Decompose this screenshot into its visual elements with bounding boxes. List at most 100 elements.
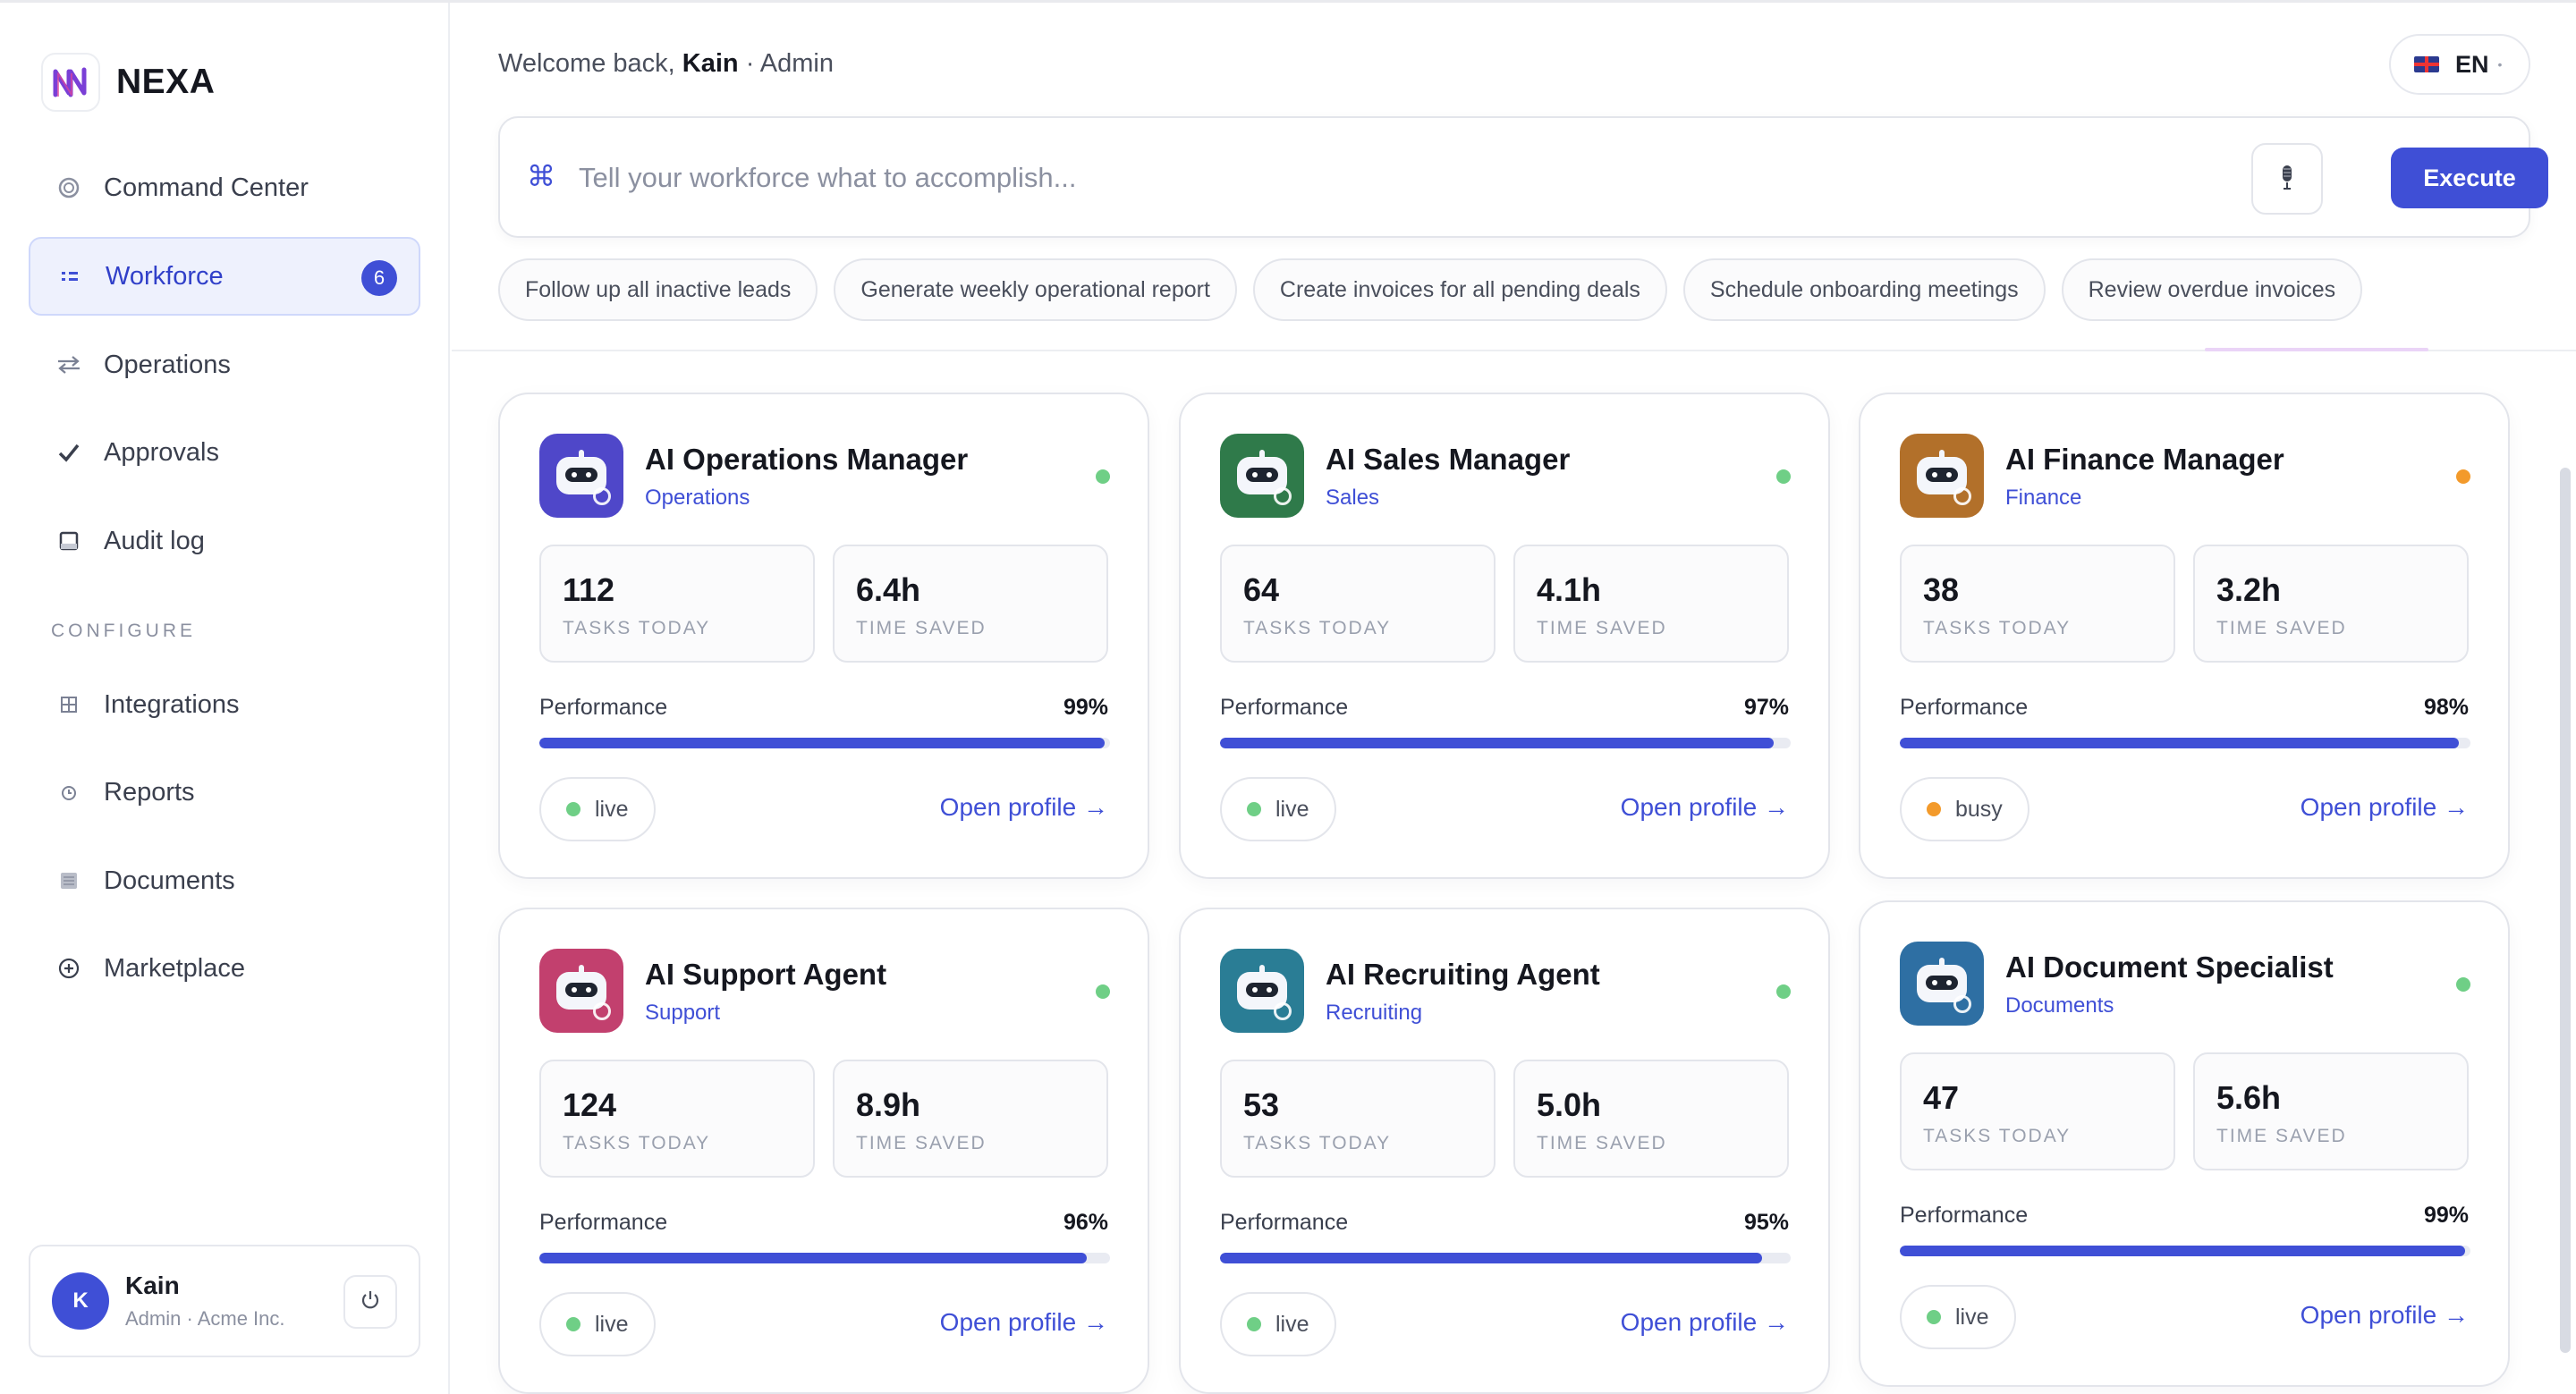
- swap-icon: [55, 351, 82, 378]
- robot-icon: [1220, 949, 1304, 1033]
- microphone-button[interactable]: [2251, 143, 2323, 215]
- performance-bar-fill: [1900, 738, 2460, 748]
- agent-department[interactable]: Finance: [2005, 486, 2081, 511]
- time-saved-label: TIME SAVED: [2216, 1126, 2347, 1146]
- performance-value: 99%: [2423, 1203, 2469, 1228]
- open-profile-link[interactable]: Open profile →: [1621, 1308, 1789, 1337]
- sidebar-item-operations[interactable]: Operations: [29, 325, 420, 404]
- app-root: NEXA Command Center Workforce 6 Operatio…: [0, 0, 2576, 1394]
- sidebar-item-label: Integrations: [104, 689, 240, 719]
- uk-flag-icon: [2414, 56, 2439, 72]
- sidebar-item-label: Workforce: [106, 261, 224, 291]
- tasks-today-value: 53: [1243, 1086, 1280, 1123]
- performance-label: Performance: [1900, 1203, 2029, 1228]
- time-saved-stat: 5.6h TIME SAVED: [2193, 1052, 2469, 1170]
- user-card[interactable]: K Kain Admin · Acme Inc.: [29, 1245, 420, 1357]
- tasks-today-label: TASKS TODAY: [1243, 1133, 1392, 1153]
- time-saved-value: 4.1h: [1537, 571, 1602, 608]
- status-dot: [1776, 469, 1791, 484]
- sidebar-item-command-center[interactable]: Command Center: [29, 148, 420, 227]
- agent-card-operations-manager[interactable]: AI Operations Manager Operations 112 TAS…: [498, 393, 1149, 879]
- robot-icon: [1900, 942, 1984, 1026]
- open-profile-link[interactable]: Open profile →: [2301, 793, 2469, 822]
- time-saved-value: 5.6h: [2216, 1079, 2282, 1116]
- user-role: Admin · Acme Inc.: [125, 1307, 285, 1330]
- document-icon: [55, 867, 82, 894]
- power-icon: [359, 1288, 382, 1316]
- scrollbar[interactable]: [2560, 468, 2571, 1353]
- time-saved-label: TIME SAVED: [2216, 618, 2347, 638]
- language-selector[interactable]: EN •: [2389, 34, 2530, 95]
- sidebar-item-audit-log[interactable]: Audit log: [29, 502, 420, 580]
- status-dot: [566, 802, 580, 816]
- agent-card-recruiting-agent[interactable]: AI Recruiting Agent Recruiting 53 TASKS …: [1179, 908, 1830, 1394]
- tasks-today-label: TASKS TODAY: [1923, 618, 2072, 638]
- sidebar-item-approvals[interactable]: Approvals: [29, 413, 420, 492]
- agent-card-support-agent[interactable]: AI Support Agent Support 124 TASKS TODAY…: [498, 908, 1149, 1394]
- tasks-today-value: 64: [1243, 571, 1280, 608]
- open-profile-link[interactable]: Open profile →: [1621, 793, 1789, 822]
- sidebar-item-documents[interactable]: Documents: [29, 841, 420, 920]
- agent-department[interactable]: Sales: [1326, 486, 1379, 511]
- sidebar-item-marketplace[interactable]: Marketplace: [29, 929, 420, 1008]
- performance-value: 95%: [1743, 1210, 1789, 1235]
- execute-button[interactable]: Execute: [2391, 148, 2548, 208]
- agent-department[interactable]: Support: [645, 1001, 720, 1026]
- main-area: Welcome back, Kain · Admin EN • ⌘ Execut…: [452, 3, 2576, 1394]
- command-bar: ⌘ Execute: [498, 116, 2548, 238]
- sidebar-item-integrations[interactable]: Integrations: [29, 665, 420, 744]
- time-saved-value: 8.9h: [856, 1086, 921, 1123]
- agent-department[interactable]: Documents: [2005, 993, 2114, 1018]
- sidebar-item-label: Reports: [104, 777, 195, 807]
- agent-name: AI Finance Manager: [2005, 443, 2284, 476]
- time-saved-stat: 3.2h TIME SAVED: [2193, 545, 2469, 663]
- status-badge: live: [1900, 1285, 2016, 1349]
- time-saved-value: 6.4h: [856, 571, 921, 608]
- welcome-prefix: Welcome back,: [498, 49, 675, 78]
- sidebar-item-workforce[interactable]: Workforce 6: [29, 237, 420, 316]
- agent-card-document-specialist[interactable]: AI Document Specialist Documents 47 TASK…: [1859, 900, 2510, 1387]
- brand[interactable]: NEXA: [41, 53, 215, 112]
- performance-bar-fill: [1900, 1246, 2465, 1256]
- command-input[interactable]: [579, 150, 2278, 206]
- command-icon: ⌘: [527, 160, 555, 192]
- tasks-today-stat: 64 TASKS TODAY: [1220, 545, 1496, 663]
- performance-bar: [1900, 1246, 2470, 1256]
- agent-department[interactable]: Operations: [645, 486, 750, 511]
- performance-value: 96%: [1063, 1210, 1108, 1235]
- performance-bar: [539, 1253, 1110, 1263]
- tasks-today-stat: 38 TASKS TODAY: [1900, 545, 2175, 663]
- sidebar-item-reports[interactable]: Reports: [29, 753, 420, 832]
- performance-bar-fill: [539, 738, 1105, 748]
- tasks-today-label: TASKS TODAY: [1243, 618, 1392, 638]
- time-saved-stat: 6.4h TIME SAVED: [833, 545, 1108, 663]
- user-info: Kain Admin · Acme Inc.: [125, 1271, 285, 1331]
- robot-icon: [1220, 434, 1304, 518]
- suggestion-chip[interactable]: Review overdue invoices: [2061, 258, 2363, 321]
- power-button[interactable]: [343, 1275, 397, 1329]
- workforce-count-badge: 6: [361, 260, 397, 296]
- performance-bar: [1220, 738, 1791, 748]
- agent-name: AI Support Agent: [645, 958, 887, 991]
- agent-department[interactable]: Recruiting: [1326, 1001, 1422, 1026]
- agent-card-sales-manager[interactable]: AI Sales Manager Sales 64 TASKS TODAY 4.…: [1179, 393, 1830, 879]
- suggestion-chip[interactable]: Create invoices for all pending deals: [1252, 258, 1667, 321]
- time-saved-value: 3.2h: [2216, 571, 2282, 608]
- open-profile-link[interactable]: Open profile →: [940, 1308, 1108, 1337]
- agent-name: AI Sales Manager: [1326, 443, 1571, 476]
- open-profile-link[interactable]: Open profile →: [940, 793, 1108, 822]
- time-saved-stat: 5.0h TIME SAVED: [1513, 1060, 1789, 1178]
- agent-card-finance-manager[interactable]: AI Finance Manager Finance 38 TASKS TODA…: [1859, 393, 2510, 879]
- suggestion-chip[interactable]: Schedule onboarding meetings: [1682, 258, 2046, 321]
- status-dot: [1096, 984, 1110, 999]
- time-saved-stat: 8.9h TIME SAVED: [833, 1060, 1108, 1178]
- sidebar: NEXA Command Center Workforce 6 Operatio…: [0, 3, 450, 1394]
- status-dot: [1927, 802, 1941, 816]
- suggestion-chip[interactable]: Generate weekly operational report: [834, 258, 1237, 321]
- open-profile-link[interactable]: Open profile →: [2301, 1301, 2469, 1330]
- status-dot: [2456, 977, 2470, 992]
- status-dot: [2456, 469, 2470, 484]
- status-badge: live: [539, 1292, 656, 1356]
- time-saved-label: TIME SAVED: [856, 1133, 987, 1153]
- suggestion-chip[interactable]: Follow up all inactive leads: [498, 258, 818, 321]
